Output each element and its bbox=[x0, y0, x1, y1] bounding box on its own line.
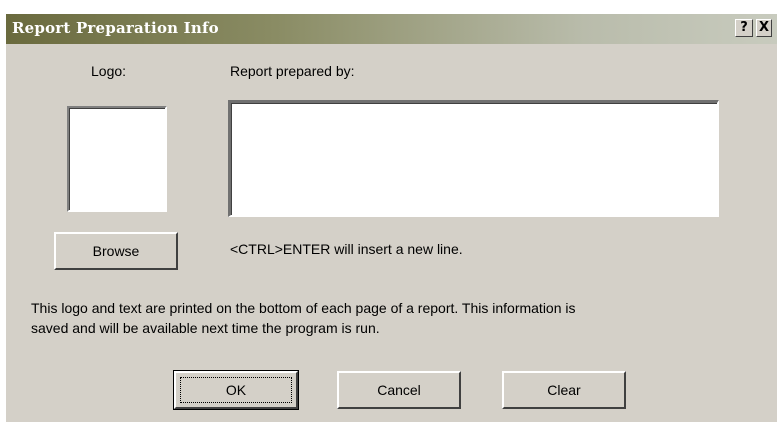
cancel-button[interactable]: Cancel bbox=[337, 371, 461, 409]
focus-rectangle bbox=[180, 377, 292, 403]
title-bar[interactable]: Report Preparation Info ? X bbox=[6, 14, 777, 44]
info-text-line-1: This logo and text are printed on the bo… bbox=[31, 300, 576, 316]
help-icon[interactable]: ? bbox=[735, 19, 753, 37]
close-icon[interactable]: X bbox=[756, 19, 772, 37]
clear-button-label: Clear bbox=[547, 382, 581, 398]
report-preparation-dialog: Report Preparation Info ? X Logo: Report… bbox=[6, 14, 777, 422]
prepared-by-label: Report prepared by: bbox=[230, 63, 355, 79]
logo-preview bbox=[67, 106, 167, 212]
browse-button-label: Browse bbox=[92, 243, 140, 259]
browse-button[interactable]: Browse bbox=[54, 232, 178, 270]
clear-button[interactable]: Clear bbox=[502, 371, 626, 409]
logo-label: Logo: bbox=[91, 63, 127, 79]
newline-hint: <CTRL>ENTER will insert a new line. bbox=[230, 241, 463, 257]
ok-button[interactable]: OK bbox=[173, 370, 299, 410]
cancel-button-label: Cancel bbox=[377, 382, 421, 398]
prepared-by-textarea[interactable] bbox=[228, 100, 719, 217]
window-title: Report Preparation Info bbox=[12, 19, 219, 37]
info-text-line-2: saved and will be available next time th… bbox=[31, 320, 380, 336]
